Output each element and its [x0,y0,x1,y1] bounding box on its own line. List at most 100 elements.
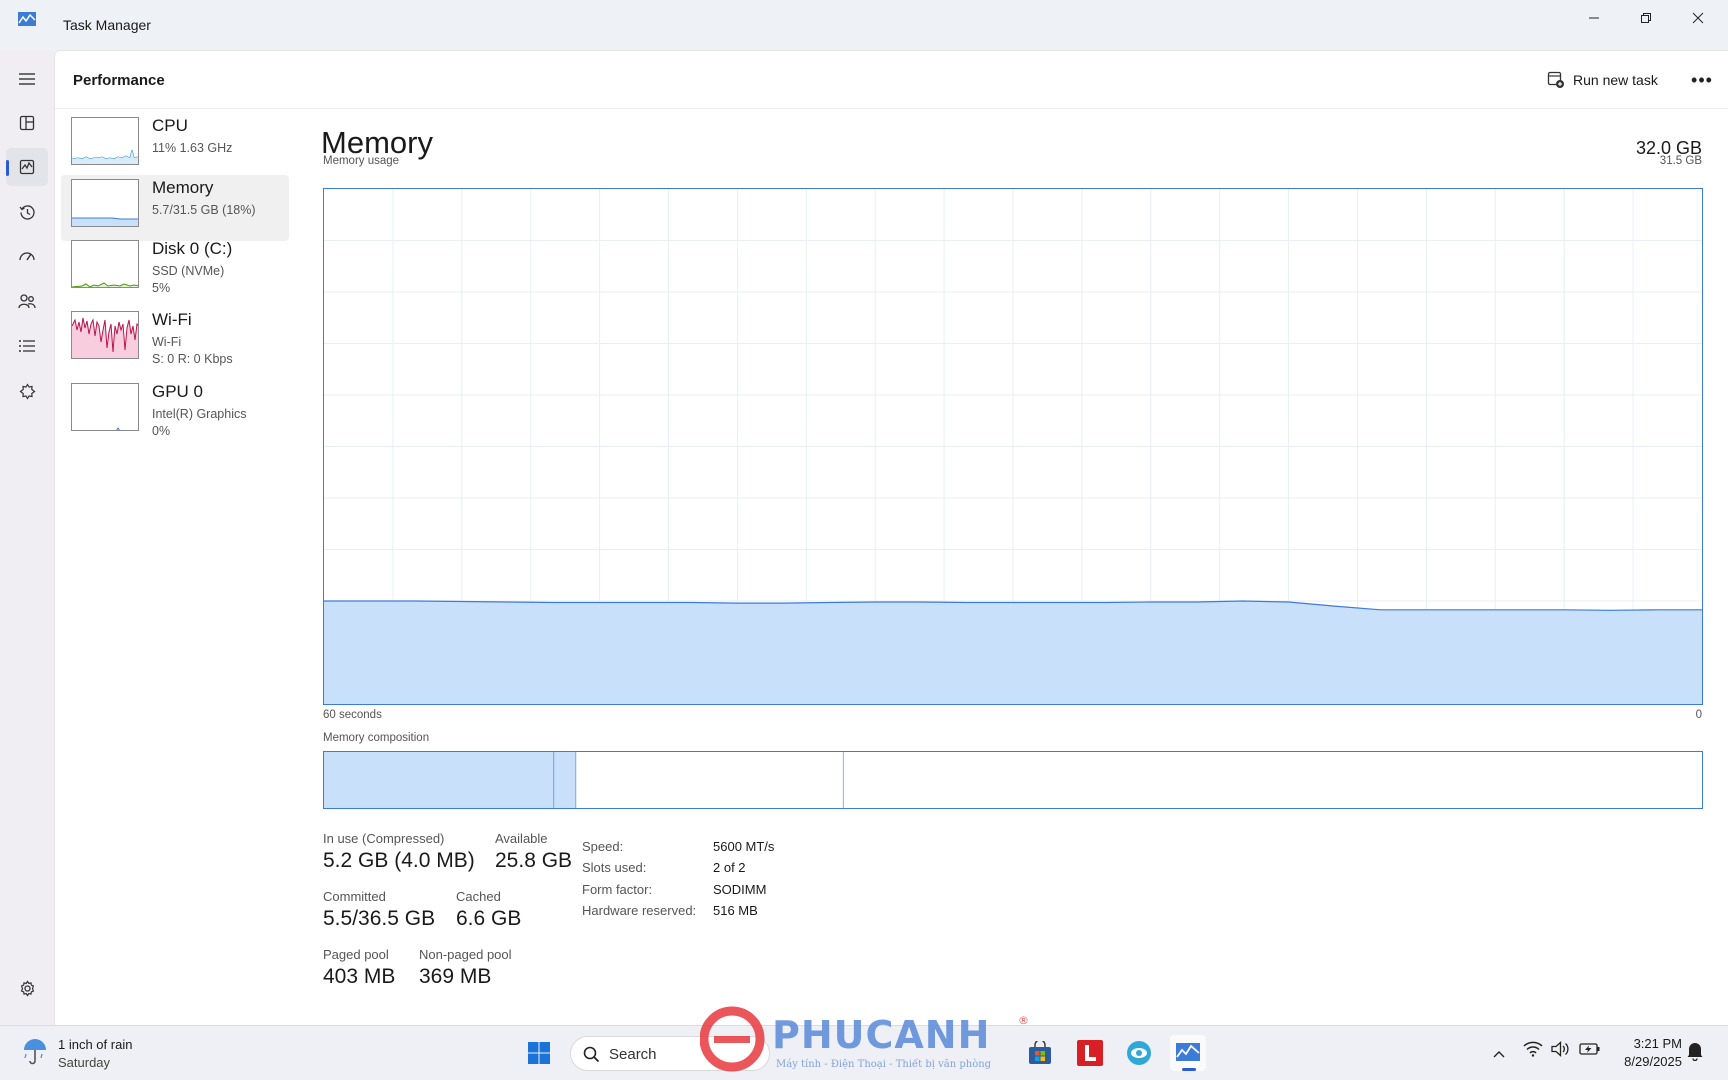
restore-button[interactable] [1620,0,1672,36]
memory-mini-graph [71,179,139,227]
device-memory[interactable]: Memory 5.7/31.5 GB (18%) [61,175,289,241]
battery-charging-icon [1579,1043,1600,1055]
notifications-button[interactable] [1686,1041,1710,1067]
services-icon [18,382,36,400]
device-name: GPU 0 [152,382,204,401]
task-manager-icon [1176,1043,1200,1061]
nav-services[interactable] [6,372,48,410]
nav-performance[interactable] [6,148,48,186]
composition-in-use-segment[interactable] [324,752,555,808]
nav-processes[interactable] [6,104,48,142]
more-options-button[interactable]: ••• [1687,65,1717,95]
wifi-sparkline [72,317,138,358]
in-use-label: In use (Compressed) [323,831,445,846]
running-indicator [1182,1068,1196,1071]
time-axis-left: 60 seconds [323,709,382,721]
window-title: Task Manager [63,17,151,33]
available-label: Available [495,831,548,846]
speaker-icon [1551,1041,1569,1057]
run-new-task-label: Run new task [1573,72,1658,88]
weather-text: 1 inch of rain [58,1037,133,1052]
hamburger-menu-icon [19,73,35,85]
device-detail: SSD (NVMe) [152,264,225,278]
umbrella-rain-icon [24,1039,46,1065]
memory-composition-label: Memory composition [323,732,430,744]
device-detail: 11% 1.63 GHz [152,141,233,155]
spec-speed-value: 5600 MT/s [713,839,775,854]
nav-details[interactable] [6,327,48,365]
windows-logo-icon [528,1042,550,1064]
disk-sparkline [72,282,138,287]
show-hidden-icons-button[interactable] [1487,1043,1511,1065]
minimize-button[interactable] [1568,0,1620,36]
close-button[interactable] [1672,0,1724,36]
eye-app-icon [1127,1041,1151,1065]
close-icon [1692,12,1704,24]
device-name: Wi-Fi [152,310,192,329]
non-paged-pool-value: 369 MB [419,965,492,988]
page-title: Performance [73,72,165,89]
system-clock[interactable]: 3:21 PM 8/29/2025 [1624,1035,1682,1071]
device-wifi[interactable]: Wi-Fi Wi-Fi S: 0 R: 0 Kbps [61,307,289,373]
taskbar-app-eye[interactable] [1121,1035,1157,1071]
device-detail-2: S: 0 R: 0 Kbps [152,352,233,366]
cached-value: 6.6 GB [456,907,522,930]
nav-hamburger-button[interactable] [6,60,48,98]
main-content: Performance Run new task ••• CPU 11% 1.6… [54,50,1728,1025]
time-axis-right: 0 [1695,709,1702,721]
weather-widget[interactable]: 1 inch of rain Saturday [0,1026,180,1080]
device-gpu[interactable]: GPU 0 Intel(R) Graphics 0% [61,379,289,445]
performance-icon [19,159,35,175]
device-detail: Wi-Fi [152,335,182,349]
memory-usage-area [324,601,1702,704]
spec-form-factor-value: SODIMM [713,882,767,897]
watermark-tagline: Máy tính - Điện Thoại - Thiết bị văn phò… [776,1059,992,1070]
settings-icon [20,979,34,997]
device-detail: Intel(R) Graphics [152,407,247,421]
spec-slots-value: 2 of 2 [713,860,746,875]
composition-modified-segment[interactable] [554,752,577,808]
non-paged-pool-label: Non-paged pool [419,947,512,962]
taskbar-app-l[interactable] [1072,1035,1108,1071]
notification-bell-icon [1687,1043,1703,1062]
spec-form-factor-label: Form factor: [582,882,653,897]
run-new-task-button[interactable]: Run new task [1547,66,1658,94]
memory-usage-chart [324,189,1702,704]
device-disk[interactable]: Disk 0 (C:) SSD (NVMe) 5% [61,236,289,302]
wifi-mini-graph [71,311,139,359]
l-app-icon [1077,1040,1103,1066]
spec-speed-label: Speed: [582,839,624,854]
gpu-sparkline [116,427,120,430]
phucanh-watermark: ® PHUCANH Máy tính - Điện Thoại - Thiết … [699,1003,1030,1075]
cpu-mini-graph [71,117,139,165]
composition-standby-segment[interactable] [576,752,844,808]
device-name: Memory [152,178,214,197]
device-detail-2: 0% [152,424,171,438]
nav-startup-apps[interactable] [6,237,48,275]
device-name: Disk 0 (C:) [152,239,233,258]
search-icon [583,1046,600,1063]
committed-value: 5.5/36.5 GB [323,907,436,930]
network-button[interactable] [1523,1041,1547,1065]
spec-slots-label: Slots used: [582,860,647,875]
taskbar-task-manager[interactable] [1170,1035,1206,1071]
composition-free-segment[interactable] [843,752,1702,808]
nav-users[interactable] [6,282,48,320]
nav-app-history[interactable] [6,193,48,231]
battery-button[interactable] [1579,1042,1605,1064]
clock-time: 3:21 PM [1633,1036,1682,1051]
memory-usage-graph [323,188,1703,705]
more-options-icon: ••• [1691,69,1713,90]
cpu-sparkline [72,149,138,164]
available-value: 25.8 GB [495,849,573,872]
memory-composition-bar [323,751,1703,809]
nav-settings[interactable] [6,969,48,1007]
start-button[interactable] [521,1035,557,1071]
search-label: Search [609,1046,657,1063]
in-use-value: 5.2 GB (4.0 MB) [323,849,475,872]
device-name: CPU [152,116,188,135]
volume-button[interactable] [1551,1041,1575,1065]
startup-apps-icon [19,252,35,261]
device-cpu[interactable]: CPU 11% 1.63 GHz [61,113,289,179]
users-icon [18,294,36,309]
